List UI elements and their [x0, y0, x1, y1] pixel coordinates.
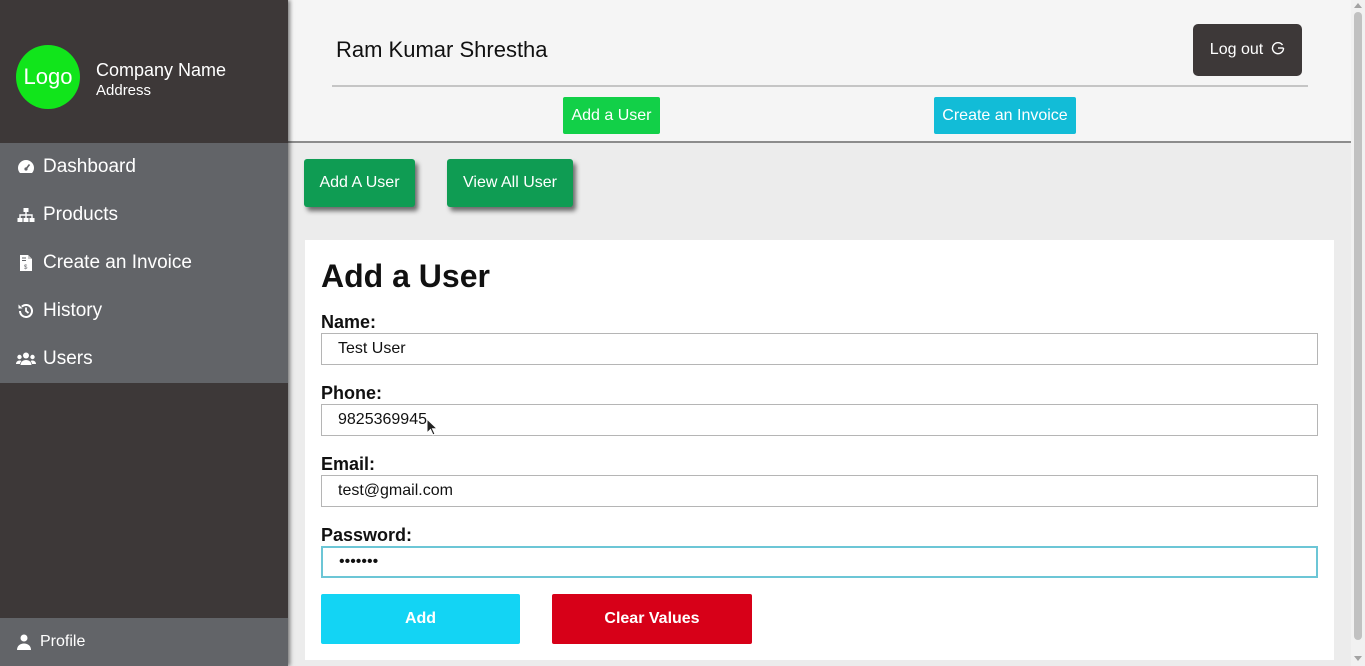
- header-divider: [332, 85, 1308, 87]
- scroll-down-arrow-icon[interactable]: [1354, 656, 1362, 661]
- sitemap-icon: [16, 205, 36, 225]
- mouse-cursor-icon: [426, 417, 439, 436]
- sidebar-item-label: Dashboard: [43, 156, 136, 177]
- sidebar-item-label: Products: [43, 204, 118, 225]
- sidebar-item-label: Users: [43, 348, 93, 369]
- email-label: Email:: [321, 454, 376, 474]
- current-user-name: Ram Kumar Shrestha: [336, 37, 548, 62]
- tab-add-user[interactable]: Add A User: [304, 159, 415, 207]
- user-icon: [16, 634, 32, 650]
- phone-label: Phone:: [321, 383, 382, 403]
- sidebar-item-history[interactable]: History: [0, 287, 288, 335]
- email-field[interactable]: [321, 475, 1318, 507]
- logout-label: Log out: [1209, 41, 1264, 58]
- logout-icon: [1271, 41, 1285, 60]
- sidebar-item-label: History: [43, 300, 103, 321]
- sidebar-menu: Dashboard Products $ Create an Invoice H…: [0, 143, 288, 383]
- sidebar-item-create-invoice[interactable]: $ Create an Invoice: [0, 239, 288, 287]
- sidebar-item-products[interactable]: Products: [0, 191, 288, 239]
- company-logo[interactable]: Logo: [16, 45, 80, 109]
- profile-label: Profile: [40, 633, 86, 650]
- sidebar-item-users[interactable]: Users: [0, 335, 288, 383]
- header-add-user-button[interactable]: Add a User: [563, 97, 660, 134]
- brand-section: Logo Company Name Address: [0, 0, 288, 143]
- users-icon: [16, 349, 36, 369]
- scroll-thumb[interactable]: [1354, 12, 1362, 640]
- sidebar-item-dashboard[interactable]: Dashboard: [0, 143, 288, 191]
- password-field[interactable]: [321, 546, 1318, 578]
- history-icon: [16, 301, 36, 321]
- sidebar-item-profile[interactable]: Profile: [0, 618, 288, 666]
- header-create-invoice-button[interactable]: Create an Invoice: [934, 97, 1076, 134]
- top-header: Ram Kumar Shrestha Log out Add a User Cr…: [288, 0, 1351, 143]
- form-title: Add a User: [321, 258, 490, 294]
- tab-view-all-user[interactable]: View All User: [447, 159, 573, 207]
- page-scrollbar[interactable]: [1351, 0, 1365, 666]
- dashboard-icon: [16, 157, 36, 177]
- scroll-up-arrow-icon[interactable]: [1354, 3, 1362, 8]
- logout-button[interactable]: Log out: [1193, 24, 1302, 76]
- invoice-icon: $: [16, 253, 36, 273]
- company-address: Address: [96, 82, 152, 99]
- clear-values-button[interactable]: Clear Values: [552, 594, 752, 644]
- add-button[interactable]: Add: [321, 594, 520, 644]
- name-field[interactable]: [321, 333, 1318, 365]
- password-label: Password:: [321, 525, 413, 545]
- add-user-form: Add a User Name: Phone: Email: Password:…: [305, 240, 1334, 660]
- sidebar: Logo Company Name Address Dashboard Prod…: [0, 0, 288, 666]
- sidebar-item-label: Create an Invoice: [43, 252, 192, 273]
- company-name: Company Name: [96, 60, 227, 80]
- phone-field[interactable]: [321, 404, 1318, 436]
- name-label: Name:: [321, 312, 377, 332]
